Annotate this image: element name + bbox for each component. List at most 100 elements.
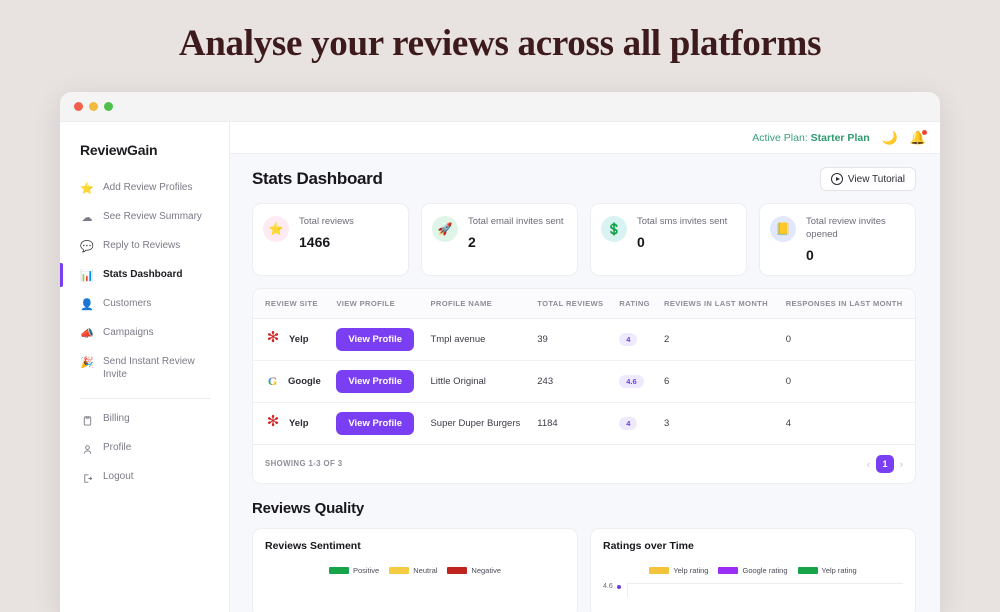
- reviews-last-month: 2: [658, 318, 780, 360]
- sidebar-item-label: Campaigns: [103, 326, 154, 339]
- legend-label: Yelp rating: [673, 566, 708, 575]
- confetti-icon: 🎉: [80, 356, 94, 370]
- stat-label: Total review invites opened: [806, 216, 905, 242]
- view-tutorial-button[interactable]: View Tutorial: [820, 167, 916, 191]
- legend-item-yelp-rating-2: Yelp rating: [798, 566, 857, 575]
- app-shell: ReviewGain ⭐ Add Review Profiles ☁ See R…: [60, 122, 940, 612]
- view-profile-button[interactable]: View Profile: [336, 328, 414, 351]
- pagination-prev[interactable]: ‹: [867, 459, 870, 469]
- legend-swatch: [718, 567, 738, 574]
- total-reviews: 1184: [531, 402, 613, 444]
- person-icon: 👤: [80, 298, 94, 312]
- pagination-next[interactable]: ›: [900, 459, 903, 469]
- table-row: ✻ Yelp View Profile Super Duper Burgers …: [253, 402, 915, 444]
- bell-icon[interactable]: 🔔: [910, 131, 926, 144]
- active-plan: Active Plan: Starter Plan: [752, 132, 869, 144]
- sidebar-item-customers[interactable]: 👤 Customers: [60, 290, 229, 319]
- sidebar-item-logout[interactable]: Logout: [60, 463, 229, 492]
- chart-title: Reviews Sentiment: [265, 540, 565, 552]
- sidebar-item-see-review-summary[interactable]: ☁ See Review Summary: [60, 203, 229, 232]
- legend-item-neutral: Neutral: [389, 566, 437, 575]
- play-icon: [831, 173, 843, 185]
- legend-swatch: [798, 567, 818, 574]
- stat-label: Total reviews: [299, 216, 354, 229]
- window-minimize-dot[interactable]: [89, 102, 98, 111]
- legend-item-google-rating: Google rating: [718, 566, 787, 575]
- notebook-icon: 📒: [770, 216, 796, 242]
- sidebar-item-reply-to-reviews[interactable]: 💬 Reply to Reviews: [60, 232, 229, 261]
- star-icon: ⭐: [263, 216, 289, 242]
- sidebar-item-billing[interactable]: Billing: [60, 405, 229, 434]
- showing-count: SHOWING 1-3 OF 3: [265, 459, 342, 468]
- sidebar-item-label: Reply to Reviews: [103, 239, 180, 252]
- chart-icon: 📊: [80, 269, 94, 283]
- sidebar-divider: [80, 398, 211, 399]
- plot-gridline: [627, 583, 903, 597]
- view-profile-button[interactable]: View Profile: [336, 370, 414, 393]
- total-reviews: 39: [531, 318, 613, 360]
- stat-label: Total sms invites sent: [637, 216, 727, 229]
- sidebar-item-label: Customers: [103, 297, 151, 310]
- total-reviews: 243: [531, 360, 613, 402]
- profile-name: Little Original: [424, 360, 531, 402]
- stat-card-total-sms-invites: 💲 Total sms invites sent 0: [590, 203, 747, 276]
- rating-badge: 4: [619, 333, 637, 346]
- sidebar-item-profile[interactable]: Profile: [60, 434, 229, 463]
- legend-swatch: [447, 567, 467, 574]
- site-name: Yelp: [289, 334, 309, 345]
- rating-badge: 4: [619, 417, 637, 430]
- legend-swatch: [389, 567, 409, 574]
- table-row: ✻ Yelp View Profile Tmpl avenue 39 4 2 0: [253, 318, 915, 360]
- sidebar-item-campaigns[interactable]: 📣 Campaigns: [60, 319, 229, 348]
- yelp-icon: ✻: [265, 331, 281, 347]
- legend-swatch: [649, 567, 669, 574]
- active-plan-name: Starter Plan: [811, 132, 870, 144]
- logout-icon: [80, 471, 94, 485]
- sidebar-item-label: See Review Summary: [103, 210, 202, 223]
- col-profile-name: PROFILE NAME: [424, 289, 531, 319]
- col-reviews-last-month: REVIEWS IN LAST MONTH: [658, 289, 780, 319]
- legend-label: Neutral: [413, 566, 437, 575]
- site-name: Yelp: [289, 418, 309, 429]
- sidebar-item-label: Stats Dashboard: [103, 268, 182, 281]
- profiles-table: REVIEW SITE VIEW PROFILE PROFILE NAME TO…: [252, 288, 916, 484]
- window-titlebar: [60, 92, 940, 122]
- sidebar-item-add-review-profiles[interactable]: ⭐ Add Review Profiles: [60, 174, 229, 203]
- sidebar-item-send-instant-review-invite[interactable]: 🎉 Send Instant Review Invite: [60, 348, 229, 388]
- window-maximize-dot[interactable]: [104, 102, 113, 111]
- chart-plot-area: 4.6: [603, 583, 903, 597]
- page-heading: Stats Dashboard: [252, 169, 383, 189]
- stat-value: 0: [806, 247, 905, 263]
- legend-swatch: [329, 567, 349, 574]
- table-footer: SHOWING 1-3 OF 3 ‹ 1 ›: [253, 445, 915, 483]
- cloud-icon: ☁: [80, 211, 94, 225]
- ratings-over-time-chart: Ratings over Time Yelp rating Google rat…: [590, 528, 916, 612]
- stat-value: 2: [468, 234, 564, 250]
- responses-last-month: 0: [780, 360, 915, 402]
- sentiment-legend: Positive Neutral Negative: [265, 566, 565, 575]
- sms-coin-icon: 💲: [601, 216, 627, 242]
- sidebar-item-stats-dashboard[interactable]: 📊 Stats Dashboard: [60, 261, 229, 290]
- pagination: ‹ 1 ›: [867, 455, 903, 473]
- reviews-sentiment-chart: Reviews Sentiment Positive Neutral Ne: [252, 528, 578, 612]
- col-total-reviews: TOTAL REVIEWS: [531, 289, 613, 319]
- pagination-page-1[interactable]: 1: [876, 455, 894, 473]
- browser-window: ReviewGain ⭐ Add Review Profiles ☁ See R…: [60, 92, 940, 612]
- notification-dot: [922, 130, 927, 135]
- col-responses-last-month: RESPONSES IN LAST MONTH: [780, 289, 915, 319]
- profile-name: Tmpl avenue: [424, 318, 531, 360]
- stat-card-total-reviews: ⭐ Total reviews 1466: [252, 203, 409, 276]
- legend-label: Yelp rating: [822, 566, 857, 575]
- stat-card-total-email-invites: 🚀 Total email invites sent 2: [421, 203, 578, 276]
- stat-value: 1466: [299, 234, 354, 250]
- col-rating: RATING: [613, 289, 658, 319]
- col-review-site: REVIEW SITE: [253, 289, 330, 319]
- page-title: Analyse your reviews across all platform…: [0, 0, 1000, 65]
- responses-last-month: 4: [780, 402, 915, 444]
- user-icon: [80, 442, 94, 456]
- view-profile-button[interactable]: View Profile: [336, 412, 414, 435]
- legend-item-negative: Negative: [447, 566, 501, 575]
- window-close-dot[interactable]: [74, 102, 83, 111]
- reviews-last-month: 6: [658, 360, 780, 402]
- moon-icon[interactable]: 🌙: [882, 131, 898, 144]
